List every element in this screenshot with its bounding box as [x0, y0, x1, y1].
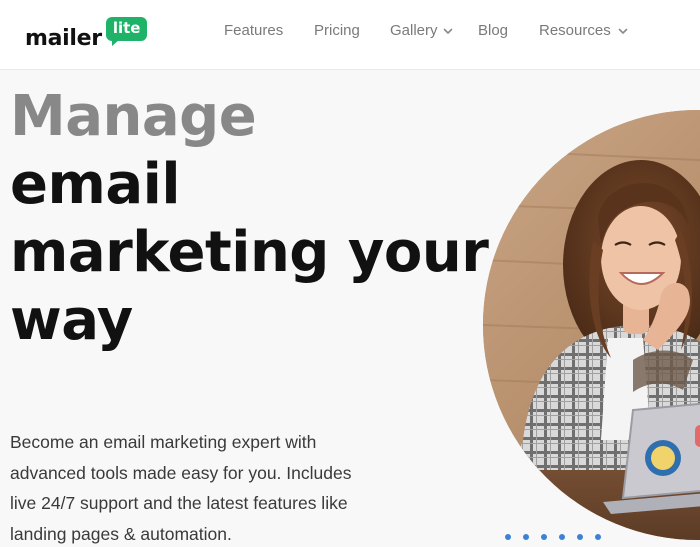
nav-item-label: Resources — [539, 22, 611, 39]
headline-line: email — [10, 152, 181, 217]
subtext-line: landing pages & automation. — [10, 523, 232, 544]
main-nav: Features Pricing Gallery Blog Resources — [0, 22, 700, 42]
headline-line: way — [10, 288, 133, 353]
carousel-dots — [505, 534, 601, 540]
chevron-down-icon — [443, 28, 452, 34]
carousel-dot[interactable] — [541, 534, 547, 540]
site-header: mailer lite Features Pricing Gallery Blo… — [0, 0, 700, 70]
carousel-dot[interactable] — [505, 534, 511, 540]
nav-item-label: Blog — [478, 22, 509, 39]
subtext-line: Become an email marketing expert with — [10, 432, 317, 452]
carousel-dot[interactable] — [595, 534, 601, 540]
nav-item-blog[interactable]: Blog — [478, 22, 508, 39]
carousel-dot[interactable] — [523, 534, 529, 540]
subtext-line: advanced tools made easy for you. Includ… — [10, 462, 352, 483]
nav-item-features[interactable]: Features — [224, 22, 283, 39]
carousel-dot[interactable] — [577, 534, 583, 540]
nav-item-pricing[interactable]: Pricing — [314, 22, 360, 39]
headline-line: marketing your — [10, 220, 489, 285]
hero-headline: Manage email marketing your way — [10, 83, 489, 355]
nav-item-label: Pricing — [314, 22, 360, 39]
nav-item-resources[interactable]: Resources — [539, 22, 629, 39]
chevron-down-icon — [618, 28, 628, 34]
woman-smiling-at-laptop-photo — [483, 110, 700, 540]
hero-section: Manage email marketing your way Become a… — [0, 70, 700, 547]
nav-item-gallery[interactable]: Gallery — [390, 22, 454, 39]
subtext-line: live 24/7 support and the latest feature… — [10, 493, 348, 513]
headline-line: Manage — [10, 84, 257, 149]
hero-photo — [483, 110, 700, 540]
nav-item-label: Gallery — [390, 22, 438, 39]
nav-item-label: Features — [224, 22, 284, 39]
hero-subtext: Become an email marketing expert with ad… — [10, 427, 410, 547]
carousel-dot[interactable] — [559, 534, 565, 540]
